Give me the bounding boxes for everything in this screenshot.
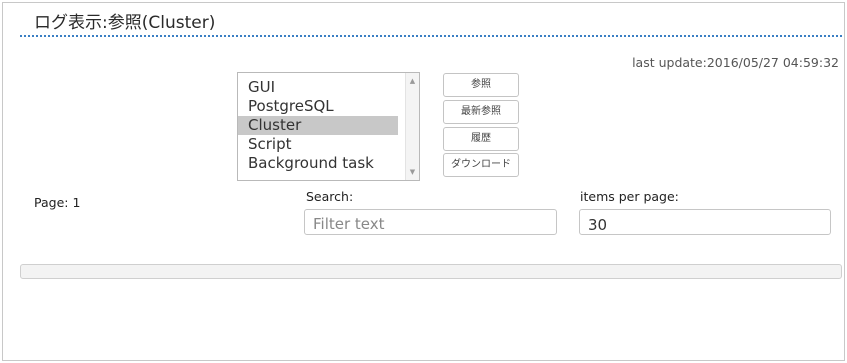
log-type-options: GUI PostgreSQL Cluster Script Background tas… (238, 78, 408, 173)
download-button[interactable]: ダウンロード (443, 153, 519, 177)
view-button[interactable]: 参照 (443, 73, 519, 97)
log-type-option[interactable]: Cluster (238, 116, 398, 135)
listbox-scrollbar[interactable]: ▲ ▼ (405, 73, 419, 180)
page-indicator: Page: 1 (34, 195, 81, 210)
search-label: Search: (306, 189, 354, 204)
last-update-text: last update:2016/05/27 04:59:32 (632, 55, 839, 70)
progress-bar (20, 264, 842, 279)
scroll-up-icon[interactable]: ▲ (406, 76, 419, 86)
search-input[interactable] (304, 209, 557, 235)
scroll-down-icon[interactable]: ▼ (406, 167, 419, 177)
log-type-option[interactable]: Background task (238, 154, 408, 173)
log-type-option[interactable]: PostgreSQL (238, 97, 408, 116)
page-title: ログ表示:参照(Cluster) (34, 13, 216, 33)
history-button[interactable]: 履歴 (443, 127, 519, 151)
items-per-page-input[interactable] (579, 209, 831, 235)
log-type-option[interactable]: GUI (238, 78, 408, 97)
log-type-listbox[interactable]: GUI PostgreSQL Cluster Script Background tas… (237, 72, 420, 181)
title-divider (20, 35, 842, 37)
items-per-page-label: items per page: (580, 189, 679, 204)
latest-view-button[interactable]: 最新参照 (443, 100, 519, 124)
log-type-option[interactable]: Script (238, 135, 408, 154)
